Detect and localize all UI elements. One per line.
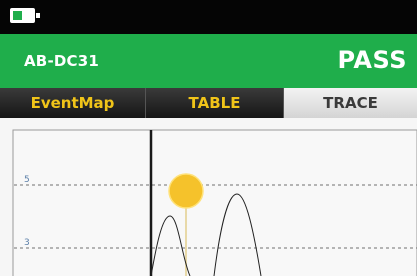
- result-header: AB-DC31 PASS: [0, 34, 417, 88]
- battery-icon: [10, 8, 40, 23]
- tab-eventmap[interactable]: EventMap: [0, 88, 146, 118]
- tab-table[interactable]: TABLE: [146, 88, 284, 118]
- device-screen: AB-DC31 PASS EventMap TABLE TRACE 5 3: [0, 0, 417, 276]
- device-id: AB-DC31: [24, 52, 100, 70]
- view-tabs: EventMap TABLE TRACE: [0, 88, 417, 118]
- y-tick-label: 3: [24, 238, 30, 248]
- tab-trace[interactable]: TRACE: [284, 88, 417, 118]
- event-marker[interactable]: [168, 173, 204, 209]
- test-result: PASS: [337, 46, 407, 74]
- trace-graph[interactable]: 5 3: [0, 118, 417, 276]
- plot-frame: [12, 129, 417, 276]
- trace-panel[interactable]: 5 3: [0, 118, 417, 276]
- y-tick-label: 5: [24, 175, 30, 185]
- status-bar: [0, 0, 417, 34]
